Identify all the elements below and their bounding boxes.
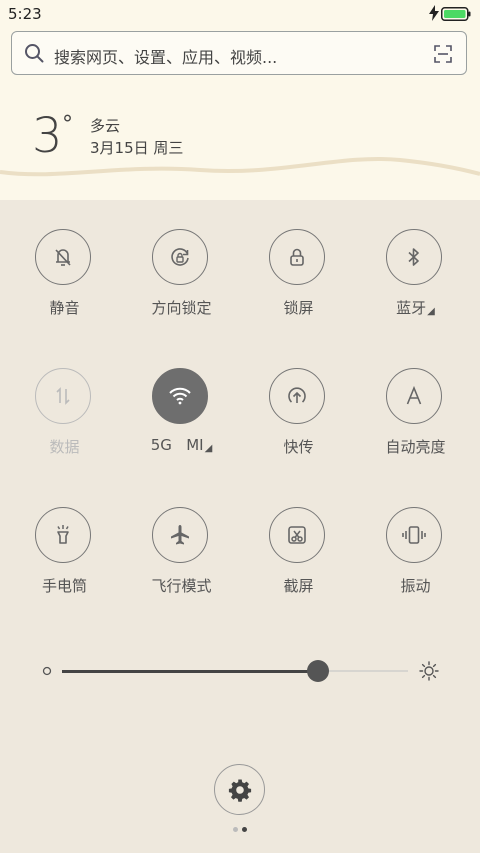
airplane-icon	[171, 525, 189, 545]
brightness-low-icon	[42, 666, 52, 676]
weather-temperature[interactable]: 3	[32, 108, 63, 164]
weather-degree-symbol: °	[62, 112, 73, 137]
brightness-high-icon	[419, 661, 439, 681]
toggle-label: 静音	[49, 299, 80, 317]
scan-icon[interactable]	[434, 45, 452, 63]
toggle-bluetooth-button[interactable]	[386, 229, 442, 285]
toggle-mobile-data-button[interactable]	[35, 368, 91, 424]
toggle-label: 5G MI◢	[123, 436, 240, 454]
gear-icon	[228, 779, 251, 802]
toggle-vibrate-button[interactable]	[386, 507, 442, 563]
toggle-screenshot-button[interactable]	[269, 507, 325, 563]
toggle-rotation-lock[interactable]: 方向锁定	[123, 229, 240, 339]
toggle-label: 截屏	[283, 577, 314, 595]
brightness-slider[interactable]	[42, 658, 442, 684]
toggle-quick-share-button[interactable]	[269, 368, 325, 424]
dropdown-indicator-icon: ◢	[427, 306, 435, 317]
toggle-bluetooth[interactable]: 蓝牙◢	[357, 229, 474, 339]
toggle-label: 数据	[49, 438, 80, 456]
toggle-label: 振动	[400, 577, 431, 595]
toggle-airplane-mode[interactable]: 飞行模式	[123, 507, 240, 617]
wifi-icon	[169, 387, 191, 405]
rotation-lock-icon	[171, 248, 189, 266]
toggle-label: 飞行模式	[151, 577, 212, 595]
mobile-data-icon	[56, 387, 70, 405]
toggle-mute[interactable]: 静音	[6, 229, 123, 339]
screenshot-icon	[288, 526, 306, 544]
bluetooth-icon	[408, 248, 419, 266]
bell-off-icon	[55, 249, 71, 266]
toggle-label: 锁屏	[283, 299, 314, 317]
toggle-auto-brightness[interactable]: 自动亮度	[357, 368, 474, 478]
toggle-label: 方向锁定	[151, 299, 212, 317]
toggle-quick-share[interactable]: 快传	[240, 368, 357, 478]
toggle-label: 手电筒	[41, 577, 87, 595]
flashlight-icon	[57, 525, 69, 544]
charging-icon	[429, 5, 439, 21]
weather-date: 3月15日 周三	[90, 139, 184, 157]
vibrate-icon	[402, 526, 426, 544]
toggle-wifi[interactable]: 5G MI◢	[123, 368, 240, 478]
page-dot-active	[242, 827, 247, 832]
lock-icon	[290, 248, 304, 266]
toggle-mobile-data[interactable]: 数据	[6, 368, 123, 478]
toggle-label: 蓝牙◢	[357, 297, 474, 318]
page-indicator	[231, 827, 251, 833]
auto-brightness-icon	[406, 385, 422, 405]
toggle-lock-screen[interactable]: 锁屏	[240, 229, 357, 339]
toggle-auto-brightness-button[interactable]	[386, 368, 442, 424]
toggle-vibrate[interactable]: 振动	[357, 507, 474, 617]
weather-condition: 多云	[90, 117, 121, 135]
toggle-label-text: 5G MI	[150, 436, 204, 454]
toggle-airplane-mode-button[interactable]	[152, 507, 208, 563]
toggle-lock-screen-button[interactable]	[269, 229, 325, 285]
toggle-label: 自动亮度	[385, 438, 446, 456]
status-time: 5:23	[8, 5, 42, 23]
brightness-fill	[62, 669, 319, 673]
header-wave-divider	[0, 150, 480, 177]
toggle-rotation-lock-button[interactable]	[152, 229, 208, 285]
toggle-flashlight-button[interactable]	[35, 507, 91, 563]
status-bar: 5:23	[0, 0, 480, 28]
toggle-wifi-button[interactable]	[152, 368, 208, 424]
toggle-flashlight[interactable]: 手电筒	[6, 507, 123, 617]
brightness-thumb[interactable]	[307, 660, 330, 682]
battery-icon	[441, 7, 471, 21]
settings-button[interactable]	[214, 764, 265, 815]
toggle-label-text: 蓝牙	[396, 299, 427, 317]
search-icon	[25, 44, 44, 63]
page-dot	[233, 827, 238, 832]
toggle-mute-button[interactable]	[35, 229, 91, 285]
quick-share-icon	[288, 387, 306, 403]
dropdown-indicator-icon: ◢	[204, 443, 213, 454]
toggle-label: 快传	[283, 438, 314, 456]
search-placeholder: 搜索网页、设置、应用、视频...	[54, 48, 278, 67]
toggle-screenshot[interactable]: 截屏	[240, 507, 357, 617]
search-bar[interactable]: 搜索网页、设置、应用、视频...	[11, 31, 467, 75]
brightness-track[interactable]	[62, 660, 408, 682]
